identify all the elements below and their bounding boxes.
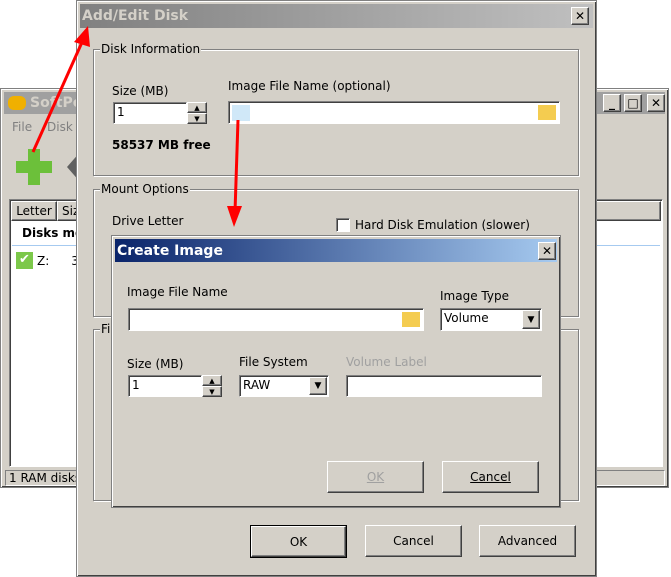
arrow-add-to-dialog [31,26,90,153]
arrow-file-to-create [227,119,242,227]
annotation-arrows [31,26,242,227]
